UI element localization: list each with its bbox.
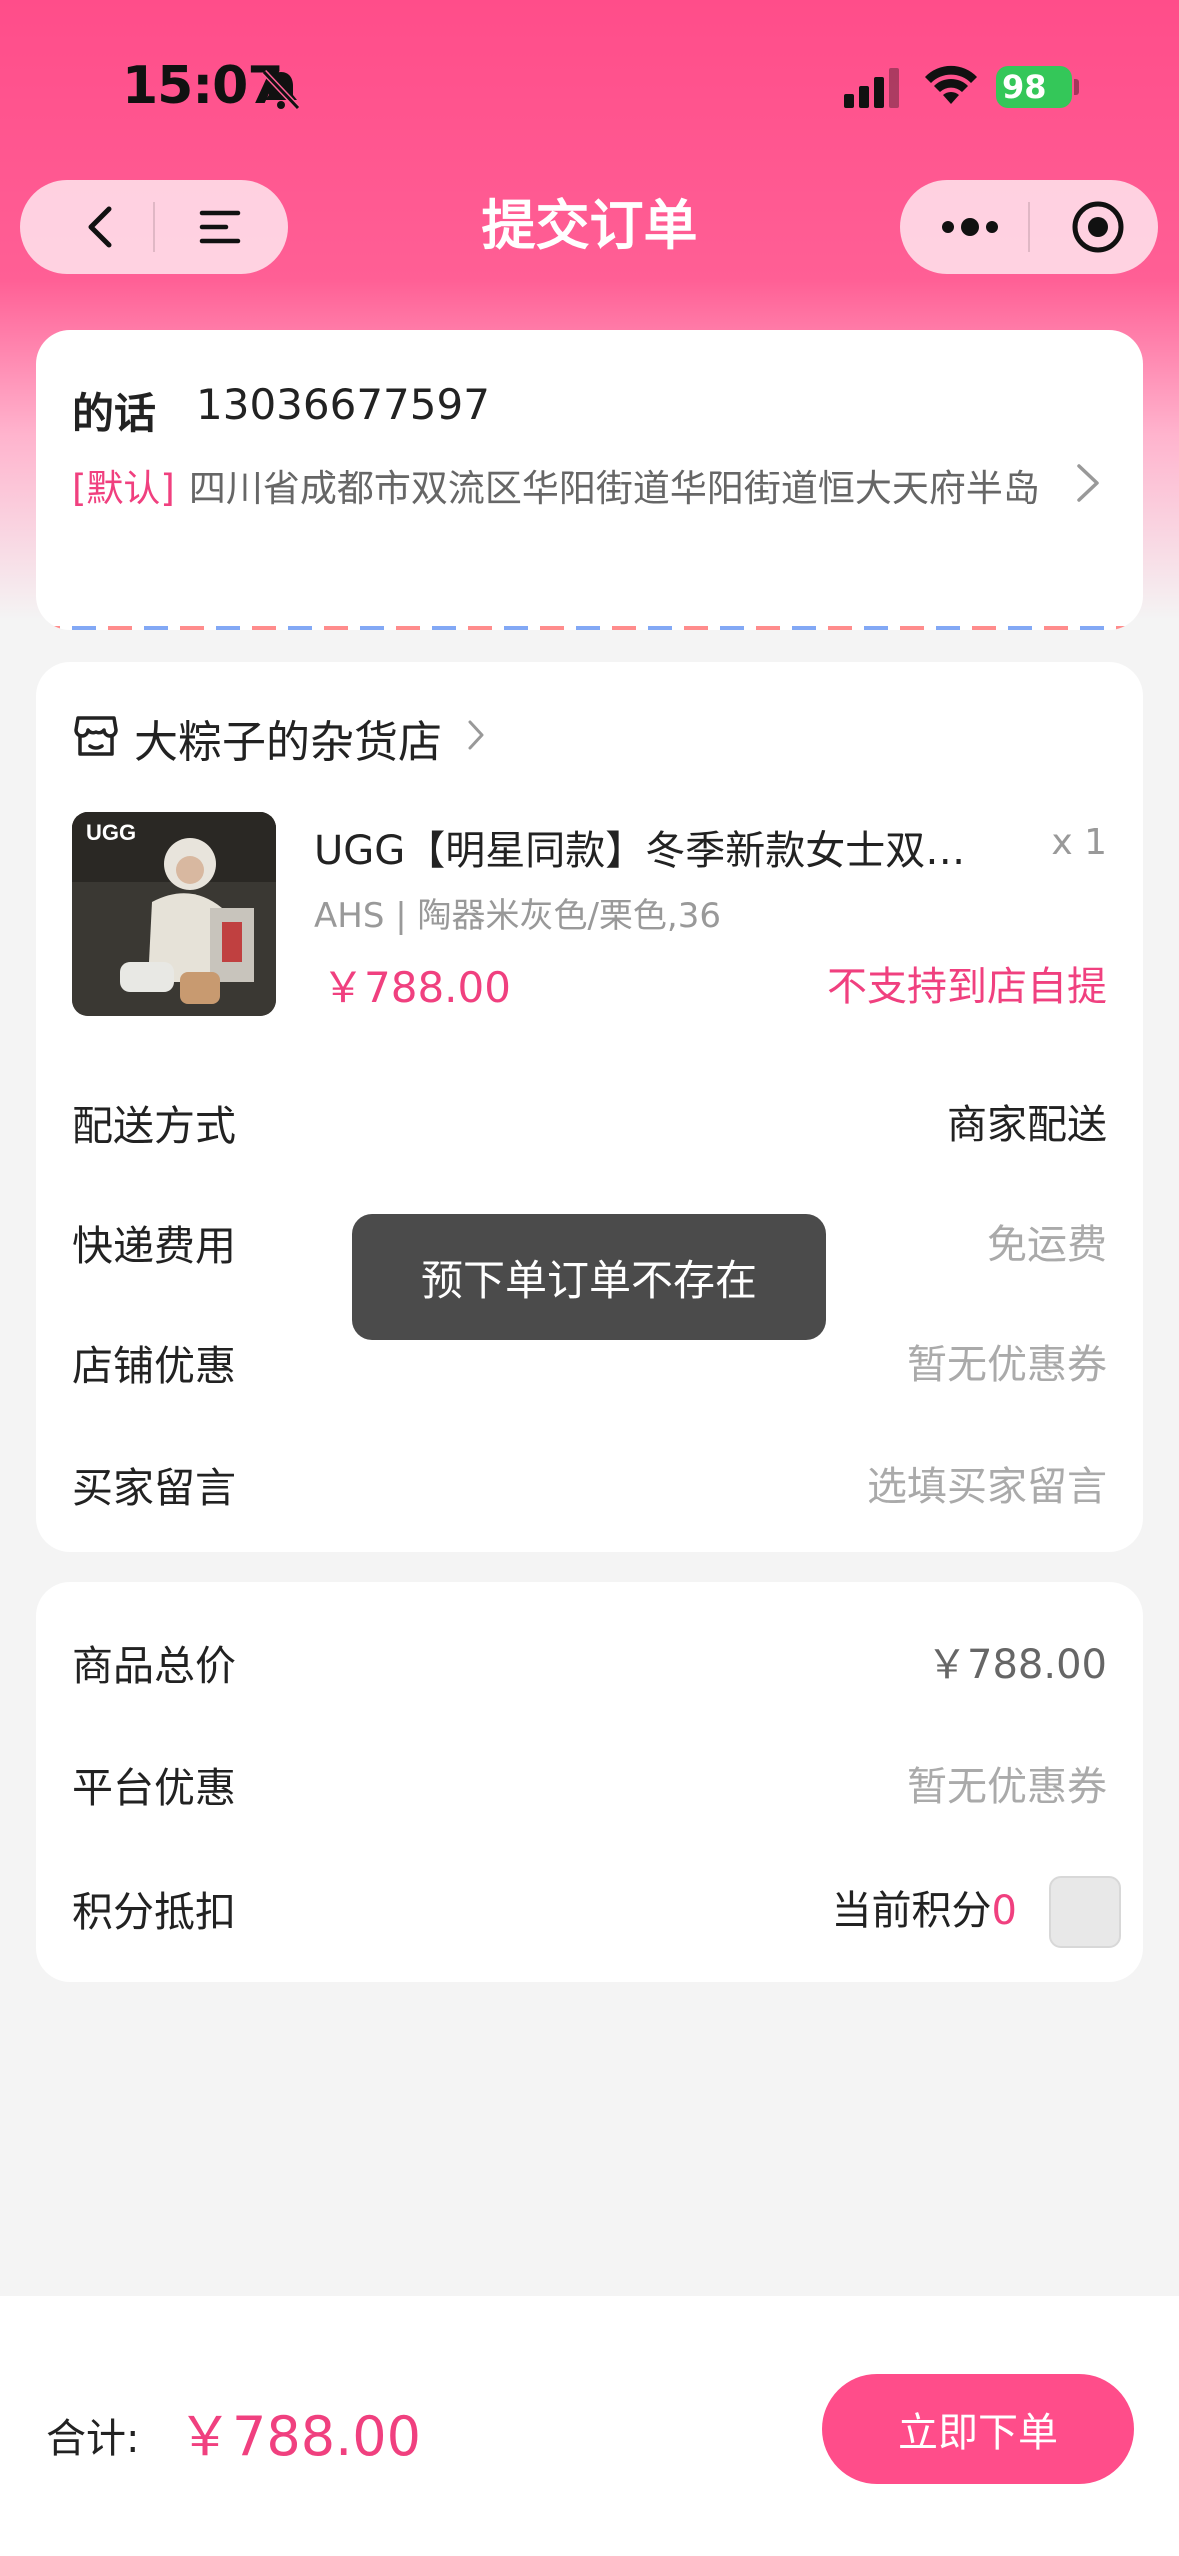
toast-message: 预下单订单不存在 [352, 1214, 826, 1340]
more-button[interactable] [920, 180, 1020, 274]
product-spec: AHS | 陶器米灰色/栗色,36 [314, 896, 722, 936]
current-points: 当前积分0 [832, 1878, 1017, 1936]
cellular-signal-icon [844, 68, 899, 108]
product-image[interactable]: UGG [72, 812, 276, 1016]
recipient-name: 的话 [72, 389, 157, 438]
product-photo-graphic: UGG [72, 812, 276, 1016]
submit-order-button[interactable]: 立即下单 [822, 2374, 1134, 2484]
delivery-method-value[interactable]: 商家配送 [947, 1092, 1107, 1150]
address-line: [默认] 四川省成都市双流区华阳街道华阳街道恒大天府半岛 [72, 460, 1052, 518]
more-dots-icon [942, 218, 998, 236]
platform-discount-label: 平台优惠 [72, 1764, 236, 1812]
current-points-label: 当前积分 [831, 1888, 992, 1934]
points-label: 积分抵扣 [72, 1888, 236, 1936]
wifi-icon [925, 65, 977, 104]
svg-text:UGG: UGG [86, 820, 136, 845]
goods-total-value: ￥788.00 [927, 1642, 1107, 1688]
current-points-value: 0 [991, 1888, 1017, 1934]
target-circle-icon [1072, 201, 1124, 253]
bottom-bar: 合计: ￥788.00 立即下单 [0, 2296, 1179, 2556]
chevron-right-icon [1077, 464, 1099, 502]
shipping-fee-label: 快递费用 [72, 1222, 236, 1270]
order-card: 大粽子的杂货店 UGG UGG【明星同款】冬季新款女士双… x 1 AHS | … [36, 662, 1143, 1552]
shop-name[interactable]: 大粽子的杂货店 [134, 706, 442, 770]
total-label: 合计: [46, 2416, 140, 2462]
battery-tip [1074, 79, 1079, 95]
recipient-phone: 13036677597 [196, 380, 490, 429]
shop-discount-label: 店铺优惠 [72, 1342, 236, 1390]
envelope-stripe [36, 626, 1143, 630]
delivery-method-label: 配送方式 [72, 1102, 236, 1150]
pickup-note: 不支持到店自提 [827, 964, 1107, 1010]
nav-right-capsule [900, 180, 1158, 274]
battery-level: 98 [1002, 68, 1047, 106]
product-quantity: x 1 [1051, 822, 1107, 863]
platform-discount-value[interactable]: 暂无优惠券 [907, 1754, 1107, 1812]
points-checkbox[interactable] [1049, 1876, 1121, 1948]
summary-card: 商品总价 ￥788.00 平台优惠 暂无优惠券 积分抵扣 当前积分0 [36, 1582, 1143, 1982]
buyer-message-input[interactable]: 选填买家留言 [867, 1454, 1107, 1512]
buyer-message-label: 买家留言 [72, 1464, 236, 1512]
address-detail: 四川省成都市双流区华阳街道华阳街道恒大天府半岛 [188, 467, 1040, 510]
goods-total-label: 商品总价 [72, 1642, 236, 1690]
capsule-divider [1028, 202, 1030, 252]
store-icon [74, 716, 118, 756]
shipping-fee-value: 免运费 [987, 1222, 1107, 1268]
shop-discount-value[interactable]: 暂无优惠券 [907, 1332, 1107, 1390]
default-tag: [默认] [72, 467, 175, 510]
total-value: ￥788.00 [178, 2405, 421, 2468]
address-card[interactable]: 的话 13036677597 [默认] 四川省成都市双流区华阳街道华阳街道恒大天府… [36, 330, 1143, 630]
product-price: ￥788.00 [322, 963, 511, 1012]
battery-indicator: 98 [996, 66, 1072, 108]
chevron-right-icon [468, 720, 484, 750]
product-title[interactable]: UGG【明星同款】冬季新款女士双… [314, 818, 1014, 876]
close-miniprogram-button[interactable] [1048, 180, 1148, 274]
bell-muted-icon [261, 69, 301, 111]
